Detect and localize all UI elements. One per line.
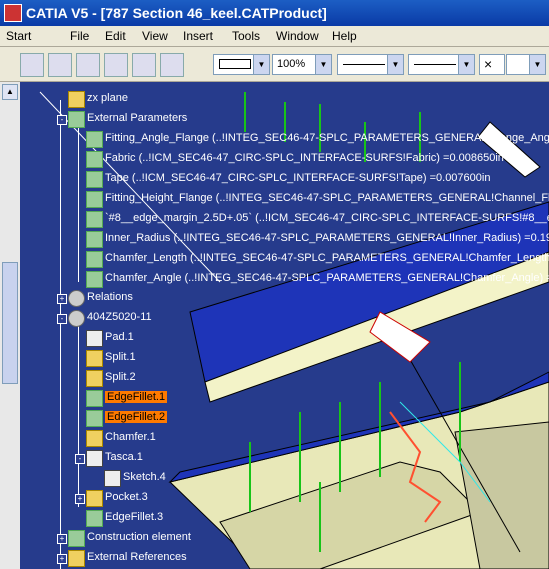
layer-dropdown[interactable]: ▼	[506, 54, 546, 75]
part-body-icon	[68, 310, 85, 327]
menu-window[interactable]: Window	[276, 29, 319, 43]
scroll-up-arrow-icon[interactable]: ▲	[2, 84, 18, 100]
collapse-icon[interactable]: -	[57, 314, 67, 324]
sketch-icon	[104, 470, 121, 487]
pocket-icon	[86, 490, 103, 507]
table-icon[interactable]	[160, 53, 184, 77]
parameter-icon	[86, 211, 103, 228]
pad-icon	[86, 330, 103, 347]
menu-edit[interactable]: Edit	[105, 29, 126, 43]
scroll-thumb[interactable]	[2, 262, 18, 384]
zoom-dropdown[interactable]: 100% ▼	[272, 54, 332, 75]
catalog-icon[interactable]	[132, 53, 156, 77]
title-bar: CATIA V5 - [787 Section 46_keel.CATProdu…	[0, 0, 549, 26]
toolbar: ▼ 100% ▼ ▼ ▼ × ▼	[0, 47, 549, 82]
parameter-icon	[86, 131, 103, 148]
menu-file[interactable]: File	[70, 29, 89, 43]
expand-icon[interactable]: +	[75, 494, 85, 504]
edge-fillet-icon	[86, 390, 103, 407]
split-icon	[86, 350, 103, 367]
parameter-icon	[86, 251, 103, 268]
parameters-icon	[68, 111, 85, 128]
expand-icon[interactable]: +	[57, 554, 67, 564]
fill-color-dropdown[interactable]: ▼	[213, 54, 270, 75]
line-thickness-dropdown[interactable]: ▼	[408, 54, 475, 75]
help-icon[interactable]	[104, 53, 128, 77]
point-symbol-dropdown[interactable]: ×	[479, 54, 505, 75]
new-icon[interactable]	[48, 53, 72, 77]
collapse-icon[interactable]: -	[75, 454, 85, 464]
parameter-icon	[86, 171, 103, 188]
parameter-icon	[86, 231, 103, 248]
edge-fillet-icon	[86, 410, 103, 427]
specification-tree: zx plane - External Parameters Fitting_A…	[20, 82, 549, 569]
expand-icon[interactable]: +	[57, 294, 67, 304]
expand-icon[interactable]: +	[57, 534, 67, 544]
catia-logo-icon	[4, 4, 22, 22]
split-icon	[86, 370, 103, 387]
parameter-icon	[86, 151, 103, 168]
window-title: CATIA V5 - [787 Section 46_keel.CATProdu…	[26, 5, 327, 21]
menu-start[interactable]: Start	[6, 29, 31, 43]
properties-icon[interactable]	[20, 53, 44, 77]
line-type-dropdown[interactable]: ▼	[337, 54, 404, 75]
menu-view[interactable]: View	[142, 29, 168, 43]
relations-icon	[68, 290, 85, 307]
construction-icon	[68, 530, 85, 547]
menu-bar: Start File Edit View Insert Tools Window…	[0, 26, 549, 47]
save-icon[interactable]	[76, 53, 100, 77]
menu-insert[interactable]: Insert	[183, 29, 213, 43]
parameter-icon	[86, 271, 103, 288]
pocket-icon	[86, 450, 103, 467]
parameter-icon	[86, 191, 103, 208]
collapse-icon[interactable]: -	[57, 115, 67, 125]
plane-icon	[68, 91, 85, 108]
chamfer-icon	[86, 430, 103, 447]
3d-viewport[interactable]: zx plane - External Parameters Fitting_A…	[20, 82, 549, 569]
menu-tools[interactable]: Tools	[232, 29, 260, 43]
menu-help[interactable]: Help	[332, 29, 357, 43]
external-references-icon	[68, 550, 85, 567]
tree-scrollbar[interactable]: ▲	[0, 82, 21, 569]
edge-fillet-icon	[86, 510, 103, 527]
